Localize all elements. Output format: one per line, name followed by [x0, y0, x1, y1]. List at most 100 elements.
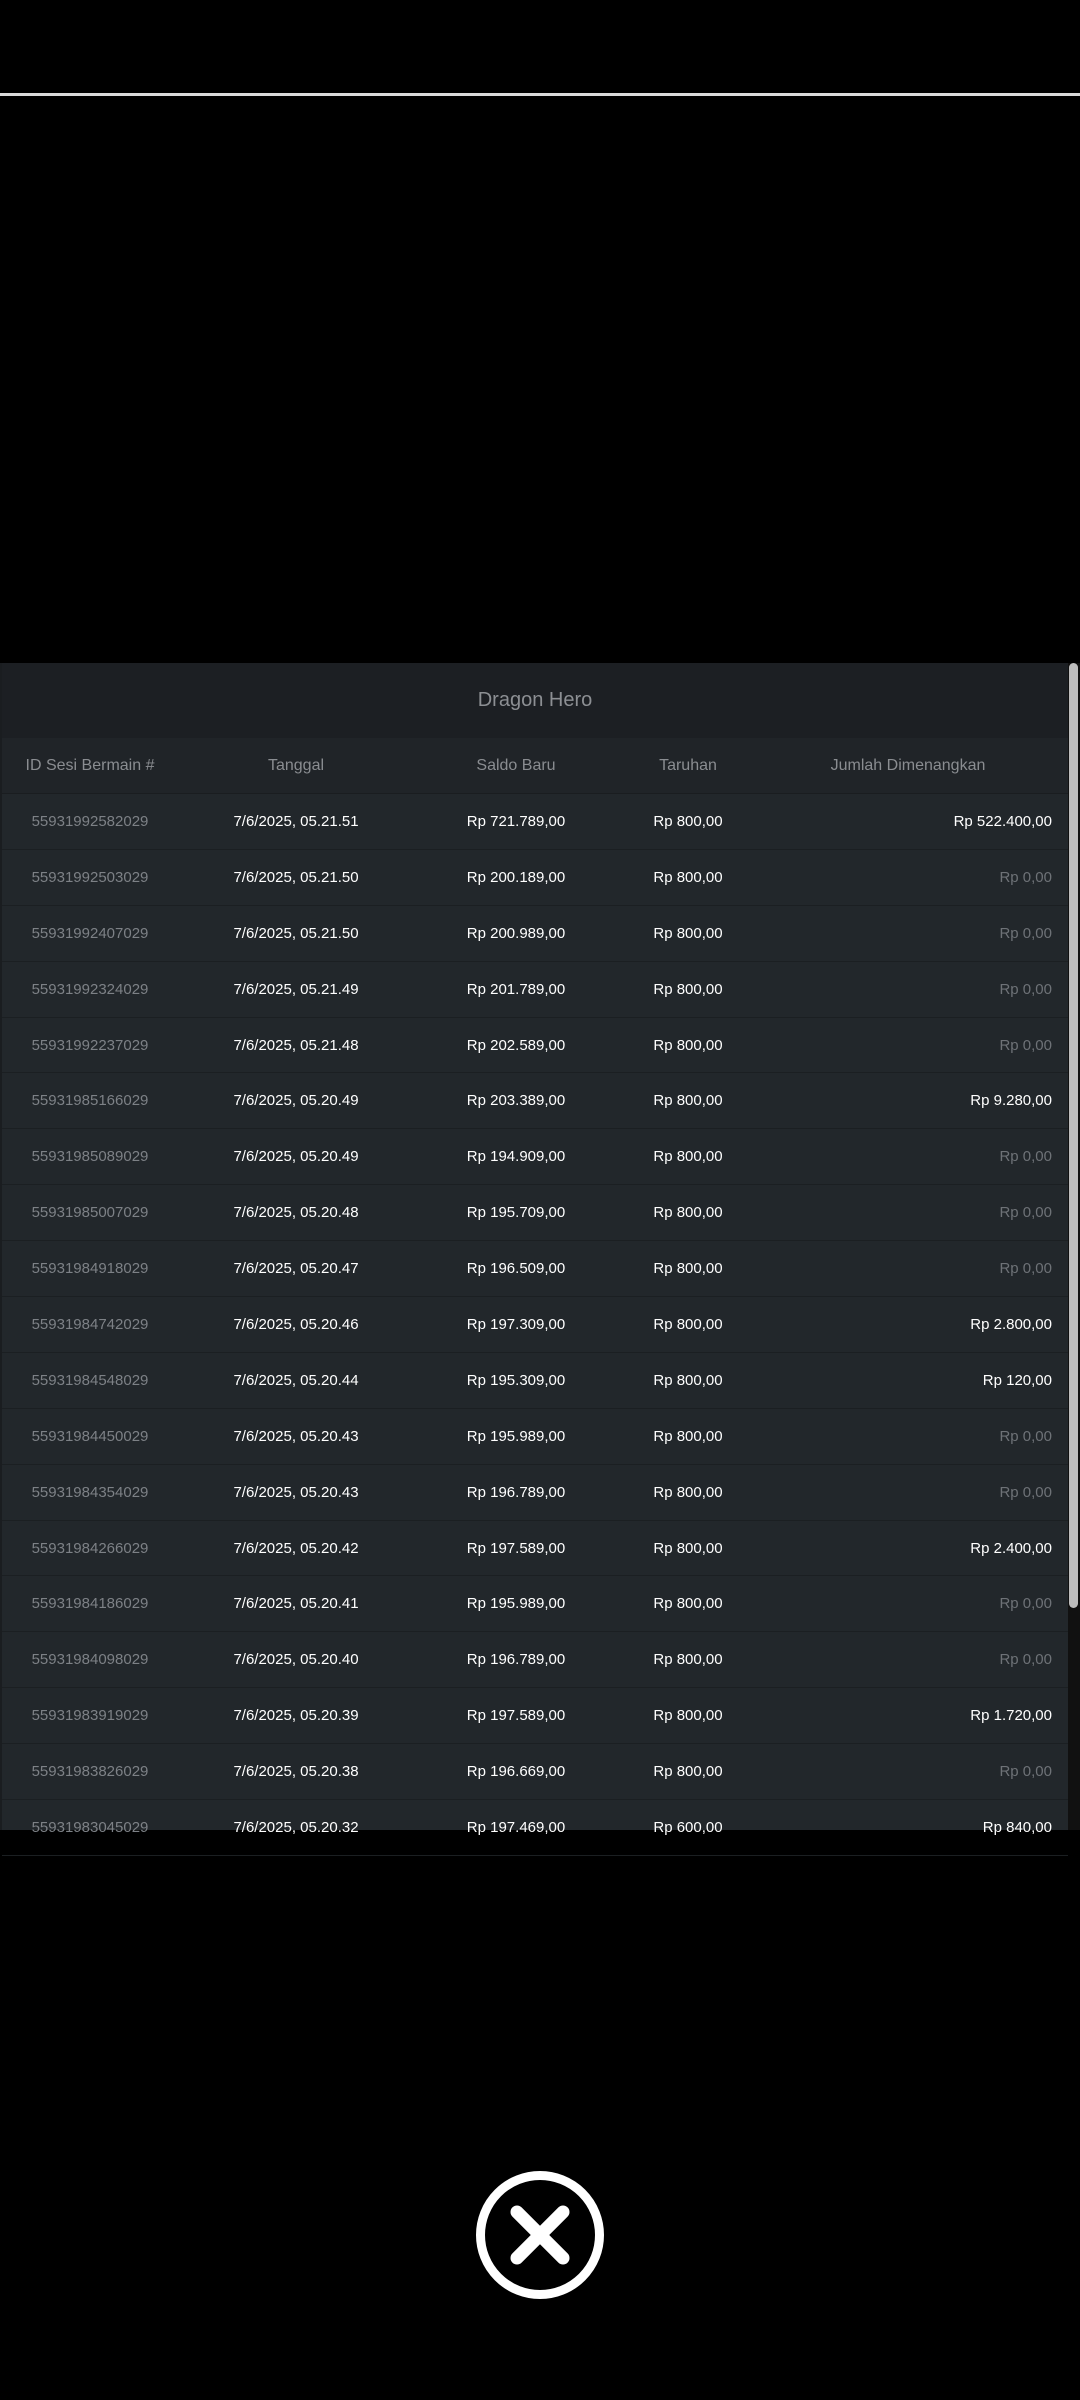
cell-new-balance: Rp 202.589,00 — [466, 1036, 566, 1054]
cell-session-id: 55931985089029 — [31, 1148, 149, 1166]
cell-new-balance: Rp 196.789,00 — [466, 1651, 566, 1669]
table-header: ID Sesi Bermain # Tanggal Saldo Baru Tar… — [2, 738, 1068, 794]
cell-new-balance: Rp 200.189,00 — [466, 868, 566, 886]
cell-win-amount: Rp 0,00 — [999, 1427, 1052, 1445]
cell-win-amount: Rp 120,00 — [982, 1371, 1052, 1389]
table-row[interactable]: 55931992324029 7/6/2025, 05.21.49 Rp 201.7… — [2, 962, 1068, 1018]
cell-date: 7/6/2025, 05.20.43 — [233, 1427, 359, 1445]
cell-bet: Rp 800,00 — [653, 868, 723, 886]
cell-bet: Rp 800,00 — [653, 1763, 723, 1781]
table-body: 55931992582029 7/6/2025, 05.21.51 Rp 721.7… — [2, 794, 1068, 1856]
cell-session-id: 55931984918029 — [31, 1260, 149, 1278]
cell-new-balance: Rp 201.789,00 — [466, 980, 566, 998]
cell-date: 7/6/2025, 05.21.49 — [233, 980, 359, 998]
header-session-id: ID Sesi Bermain # — [25, 756, 155, 774]
cell-bet: Rp 800,00 — [653, 1371, 723, 1389]
cell-win-amount: Rp 2.400,00 — [970, 1539, 1052, 1557]
cell-bet: Rp 800,00 — [653, 1707, 723, 1725]
table-row[interactable]: 55931984450029 7/6/2025, 05.20.43 Rp 195.9… — [2, 1409, 1068, 1465]
table-row[interactable]: 55931984354029 7/6/2025, 05.20.43 Rp 196.7… — [2, 1465, 1068, 1521]
table-row[interactable]: 55931984548029 7/6/2025, 05.20.44 Rp 195.3… — [2, 1353, 1068, 1409]
cell-bet: Rp 800,00 — [653, 1483, 723, 1501]
history-screen: Dragon Hero ID Sesi Bermain # Tanggal Sa… — [0, 0, 1080, 2400]
cell-bet: Rp 600,00 — [653, 1818, 723, 1836]
cell-new-balance: Rp 194.909,00 — [466, 1148, 566, 1166]
cell-new-balance: Rp 197.589,00 — [466, 1707, 566, 1725]
cell-win-amount: Rp 522.400,00 — [953, 812, 1052, 830]
table-row[interactable]: 55931984742029 7/6/2025, 05.20.46 Rp 197.3… — [2, 1297, 1068, 1353]
cell-date: 7/6/2025, 05.20.49 — [233, 1148, 359, 1166]
table-row[interactable]: 55931985166029 7/6/2025, 05.20.49 Rp 203.3… — [2, 1073, 1068, 1130]
cell-date: 7/6/2025, 05.20.46 — [233, 1315, 359, 1333]
cell-date: 7/6/2025, 05.20.44 — [233, 1371, 359, 1389]
table-row[interactable]: 55931985007029 7/6/2025, 05.20.48 Rp 195.7… — [2, 1185, 1068, 1242]
cell-session-id: 55931984266029 — [31, 1539, 149, 1557]
cell-bet: Rp 800,00 — [653, 812, 723, 830]
close-icon — [510, 2205, 570, 2265]
cell-bet: Rp 800,00 — [653, 980, 723, 998]
cell-new-balance: Rp 196.509,00 — [466, 1260, 566, 1278]
cell-win-amount: Rp 0,00 — [999, 1036, 1052, 1054]
cell-session-id: 55931985166029 — [31, 1092, 149, 1110]
table-row[interactable]: 55931992237029 7/6/2025, 05.21.48 Rp 202.5… — [2, 1018, 1068, 1074]
cell-win-amount: Rp 840,00 — [982, 1818, 1052, 1836]
cell-session-id: 55931992237029 — [31, 1036, 149, 1054]
cell-bet: Rp 800,00 — [653, 1092, 723, 1110]
cell-bet: Rp 800,00 — [653, 1148, 723, 1166]
cell-session-id: 55931984354029 — [31, 1483, 149, 1501]
top-divider — [0, 93, 1080, 96]
cell-bet: Rp 800,00 — [653, 1539, 723, 1557]
table-row[interactable]: 55931984266029 7/6/2025, 05.20.42 Rp 197.5… — [2, 1521, 1068, 1577]
cell-bet: Rp 800,00 — [653, 1204, 723, 1222]
table-row[interactable]: 55931983045029 7/6/2025, 05.20.32 Rp 197.4… — [2, 1800, 1068, 1856]
cell-date: 7/6/2025, 05.20.41 — [233, 1595, 359, 1613]
cell-session-id: 55931985007029 — [31, 1204, 149, 1222]
table-row[interactable]: 55931992503029 7/6/2025, 05.21.50 Rp 200.1… — [2, 850, 1068, 906]
cell-bet: Rp 800,00 — [653, 1595, 723, 1613]
cell-date: 7/6/2025, 05.20.42 — [233, 1539, 359, 1557]
cell-win-amount: Rp 0,00 — [999, 1483, 1052, 1501]
cell-date: 7/6/2025, 05.20.32 — [233, 1818, 359, 1836]
cell-win-amount: Rp 1.720,00 — [970, 1707, 1052, 1725]
cell-session-id: 55931984186029 — [31, 1595, 149, 1613]
table-row[interactable]: 55931983919029 7/6/2025, 05.20.39 Rp 197.5… — [2, 1688, 1068, 1745]
cell-session-id: 55931992503029 — [31, 868, 149, 886]
table-row[interactable]: 55931992582029 7/6/2025, 05.21.51 Rp 721.7… — [2, 794, 1068, 850]
cell-bet: Rp 800,00 — [653, 1651, 723, 1669]
table-row[interactable]: 55931992407029 7/6/2025, 05.21.50 Rp 200.9… — [2, 906, 1068, 962]
cell-date: 7/6/2025, 05.21.48 — [233, 1036, 359, 1054]
cell-date: 7/6/2025, 05.20.47 — [233, 1260, 359, 1278]
header-date: Tanggal — [267, 756, 325, 774]
cell-new-balance: Rp 196.669,00 — [466, 1763, 566, 1781]
header-new-balance: Saldo Baru — [476, 756, 556, 774]
cell-new-balance: Rp 195.709,00 — [466, 1204, 566, 1222]
table-row[interactable]: 55931984098029 7/6/2025, 05.20.40 Rp 196.7… — [2, 1632, 1068, 1689]
cell-session-id: 55931983045029 — [31, 1818, 149, 1836]
table-row[interactable]: 55931983826029 7/6/2025, 05.20.38 Rp 196.6… — [2, 1744, 1068, 1801]
cell-bet: Rp 800,00 — [653, 1427, 723, 1445]
history-panel: Dragon Hero ID Sesi Bermain # Tanggal Sa… — [0, 663, 1068, 1856]
table-row[interactable]: 55931984918029 7/6/2025, 05.20.47 Rp 196.5… — [2, 1241, 1068, 1298]
cell-session-id: 55931983826029 — [31, 1763, 149, 1781]
cell-session-id: 55931992324029 — [31, 980, 149, 998]
cell-date: 7/6/2025, 05.21.50 — [233, 868, 359, 886]
cell-date: 7/6/2025, 05.20.43 — [233, 1483, 359, 1501]
cell-new-balance: Rp 195.309,00 — [466, 1371, 566, 1389]
cell-new-balance: Rp 195.989,00 — [466, 1427, 566, 1445]
close-button[interactable] — [476, 2171, 604, 2299]
cell-win-amount: Rp 0,00 — [999, 1595, 1052, 1613]
header-bet: Taruhan — [659, 756, 717, 774]
scrollbar-thumb[interactable] — [1069, 663, 1078, 1608]
table-row[interactable]: 55931984186029 7/6/2025, 05.20.41 Rp 195.9… — [2, 1576, 1068, 1633]
cell-session-id: 55931984548029 — [31, 1371, 149, 1389]
cell-win-amount: Rp 0,00 — [999, 1651, 1052, 1669]
cell-date: 7/6/2025, 05.20.39 — [233, 1707, 359, 1725]
table-row[interactable]: 55931985089029 7/6/2025, 05.20.49 Rp 194.9… — [2, 1129, 1068, 1186]
cell-new-balance: Rp 197.469,00 — [466, 1818, 566, 1836]
header-win-amount: Jumlah Dimenangkan — [830, 756, 986, 774]
cell-session-id: 55931983919029 — [31, 1707, 149, 1725]
cell-new-balance: Rp 200.989,00 — [466, 924, 566, 942]
cell-win-amount: Rp 0,00 — [999, 924, 1052, 942]
cell-new-balance: Rp 197.589,00 — [466, 1539, 566, 1557]
cell-win-amount: Rp 0,00 — [999, 868, 1052, 886]
